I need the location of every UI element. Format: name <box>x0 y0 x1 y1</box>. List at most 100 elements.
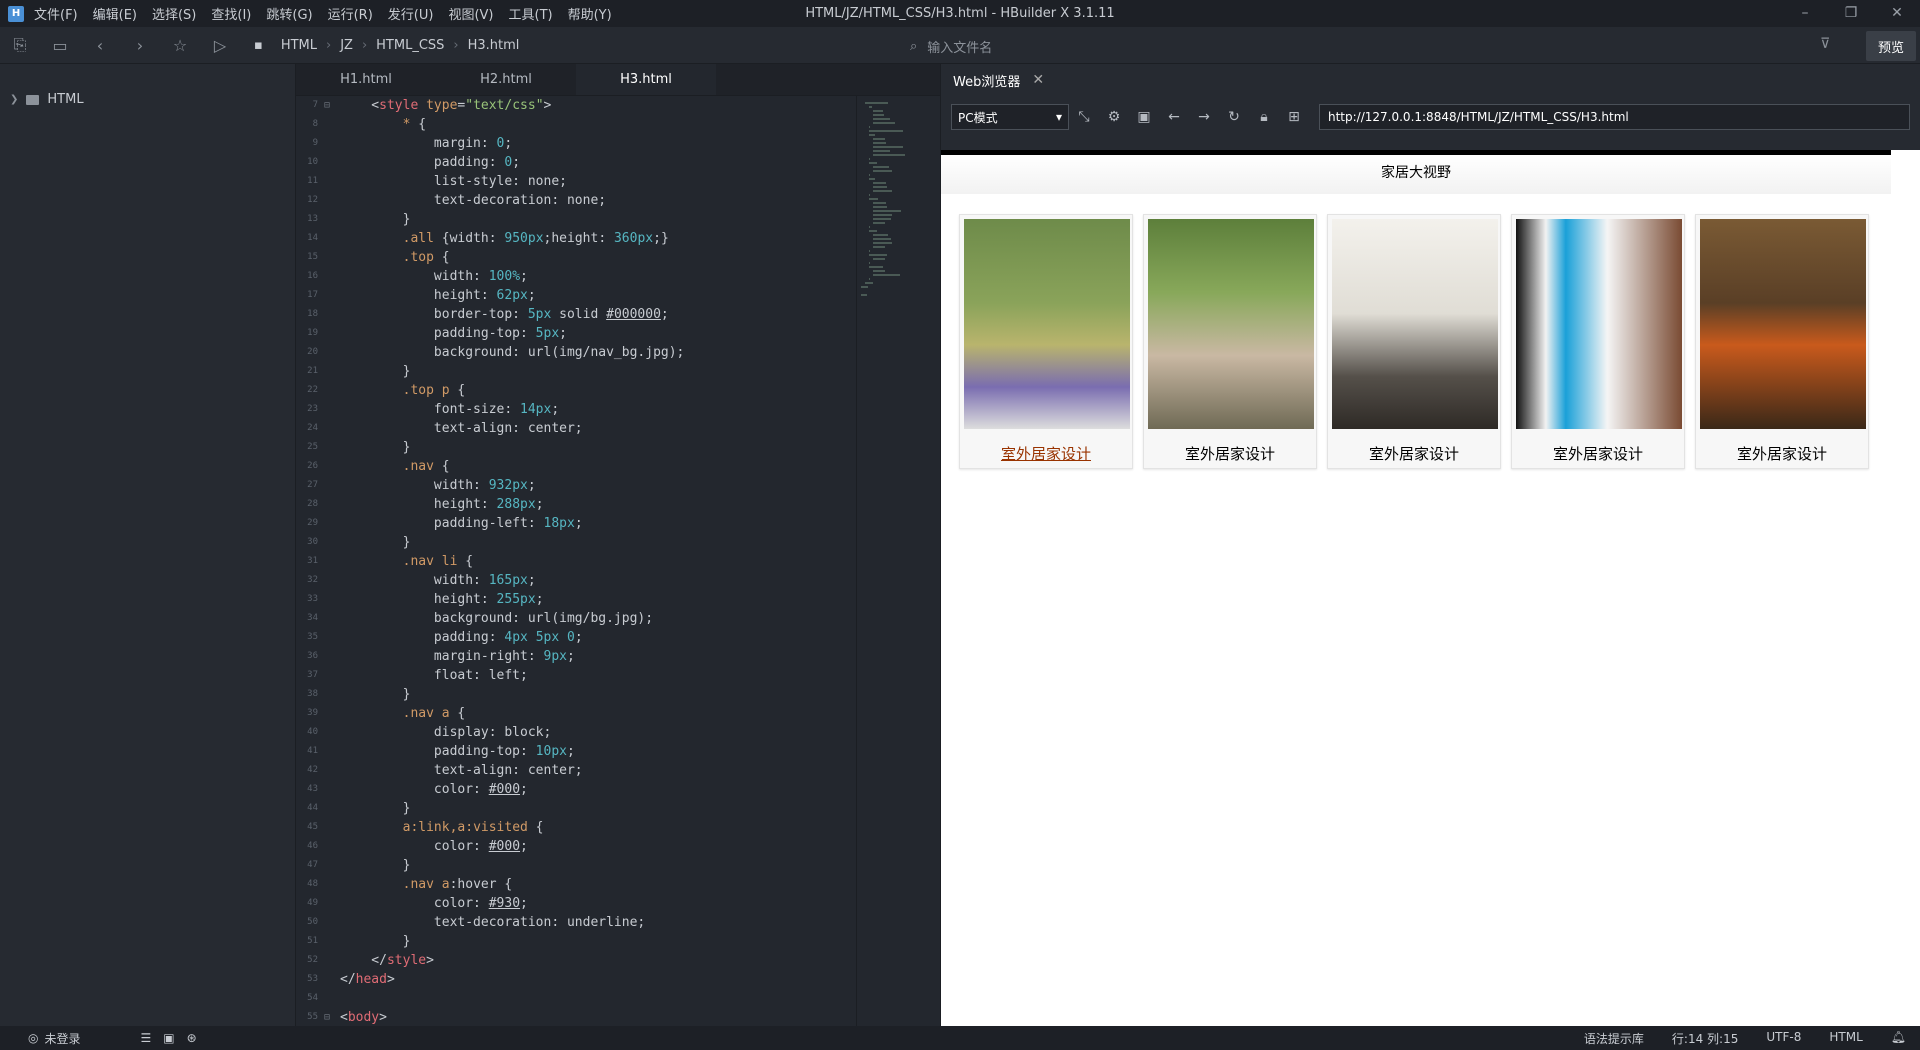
code-line[interactable]: 52 </style> <box>296 951 940 970</box>
code-line[interactable]: 20 background: url(img/nav_bg.jpg); <box>296 343 940 362</box>
save-icon[interactable]: ▭ <box>40 36 80 55</box>
tree-item-html[interactable]: ❯ HTML <box>0 64 295 107</box>
code-line[interactable]: 36 margin-right: 9px; <box>296 647 940 666</box>
breadcrumb-file[interactable]: H3.html <box>468 38 520 53</box>
chevron-right-icon[interactable]: ❯ <box>10 94 18 105</box>
refresh-icon[interactable]: ↻ <box>1219 109 1249 125</box>
code-line[interactable]: 7 ⊟ <style type="text/css"> <box>296 96 940 115</box>
menu-goto[interactable]: 跳转(G) <box>266 8 312 23</box>
outline-icon[interactable]: ☰ <box>141 1031 152 1045</box>
minimize-button[interactable]: – <box>1782 0 1828 27</box>
menu-help[interactable]: 帮助(Y) <box>568 8 612 23</box>
code-line[interactable]: 48 .nav a:hover { <box>296 875 940 894</box>
code-line[interactable]: 27 width: 932px; <box>296 476 940 495</box>
code-line[interactable]: 47 } <box>296 856 940 875</box>
back-arrow-icon[interactable]: ← <box>1159 109 1189 125</box>
bell-icon[interactable]: 🔔︎ <box>1891 1030 1906 1047</box>
mode-select[interactable]: PC模式 ▾ <box>951 104 1069 130</box>
terminal-icon[interactable]: ▣ <box>163 1031 174 1045</box>
code-line[interactable]: 53 </head> <box>296 970 940 989</box>
breadcrumb-jz[interactable]: JZ <box>340 38 353 53</box>
code-line[interactable]: 54 <box>296 989 940 1008</box>
code-line[interactable]: 43 color: #000; <box>296 780 940 799</box>
file-search-input[interactable]: ⌕ 输入文件名 <box>900 35 1520 57</box>
browser-tab[interactable]: Web浏览器 ✕ <box>941 64 1920 96</box>
code-line[interactable]: 32 width: 165px; <box>296 571 940 590</box>
code-line[interactable]: 46 color: #000; <box>296 837 940 856</box>
nav-link[interactable]: 室外居家设计 <box>964 429 1128 464</box>
code-line[interactable]: 28 height: 288px; <box>296 495 940 514</box>
code-line[interactable]: 37 float: left; <box>296 666 940 685</box>
cursor-position[interactable]: 行:14 列:15 <box>1672 1030 1738 1047</box>
code-line[interactable]: 10 padding: 0; <box>296 153 940 172</box>
code-line[interactable]: 15 .top { <box>296 248 940 267</box>
encoding[interactable]: UTF-8 <box>1766 1030 1801 1047</box>
fold-icon[interactable]: ⊟ <box>324 1008 340 1027</box>
fold-icon[interactable]: ⊟ <box>324 96 340 115</box>
filter-icon[interactable]: ⊽ <box>1820 36 1830 52</box>
code-line[interactable]: 17 height: 62px; <box>296 286 940 305</box>
code-line[interactable]: 51 } <box>296 932 940 951</box>
code-line[interactable]: 45 a:link,a:visited { <box>296 818 940 837</box>
code-line[interactable]: 30 } <box>296 533 940 552</box>
language-mode[interactable]: HTML <box>1829 1030 1862 1047</box>
code-line[interactable]: 33 height: 255px; <box>296 590 940 609</box>
url-input[interactable]: http://127.0.0.1:8848/HTML/JZ/HTML_CSS/H… <box>1319 104 1910 130</box>
code-line[interactable]: 40 display: block; <box>296 723 940 742</box>
menu-tools[interactable]: 工具(T) <box>509 8 553 23</box>
star-icon[interactable]: ☆ <box>160 36 200 55</box>
console-icon[interactable]: ▣ <box>1129 109 1159 125</box>
code-line[interactable]: 9 margin: 0; <box>296 134 940 153</box>
code-line[interactable]: 35 padding: 4px 5px 0; <box>296 628 940 647</box>
code-line[interactable]: 18 border-top: 5px solid #000000; <box>296 305 940 324</box>
code-line[interactable]: 44 } <box>296 799 940 818</box>
code-line[interactable]: 49 color: #930; <box>296 894 940 913</box>
forward-arrow-icon[interactable]: → <box>1189 109 1219 125</box>
menu-file[interactable]: 文件(F) <box>34 8 78 23</box>
code-line[interactable]: 34 background: url(img/bg.jpg); <box>296 609 940 628</box>
gear-icon[interactable]: ⚙ <box>1099 109 1129 125</box>
menu-view[interactable]: 视图(V) <box>448 8 493 23</box>
code-line[interactable]: 29 padding-left: 18px; <box>296 514 940 533</box>
code-area[interactable]: 7 ⊟ <style type="text/css"> 8 * {9 margin:… <box>296 96 940 1027</box>
back-icon[interactable]: ‹ <box>80 36 120 55</box>
tab-h1[interactable]: H1.html <box>296 64 436 95</box>
code-line[interactable]: 38 } <box>296 685 940 704</box>
menu-find[interactable]: 查找(I) <box>211 8 251 23</box>
code-line[interactable]: 16 width: 100%; <box>296 267 940 286</box>
code-line[interactable]: 22 .top p { <box>296 381 940 400</box>
code-line[interactable]: 12 text-decoration: none; <box>296 191 940 210</box>
code-line[interactable]: 21 } <box>296 362 940 381</box>
new-file-icon[interactable]: ⎘ <box>0 35 40 55</box>
code-line[interactable]: 41 padding-top: 10px; <box>296 742 940 761</box>
forward-icon[interactable]: › <box>120 36 160 55</box>
code-line[interactable]: 23 font-size: 14px; <box>296 400 940 419</box>
restore-button[interactable]: ❐ <box>1828 0 1874 27</box>
nav-link[interactable]: 室外居家设计 <box>1332 429 1496 464</box>
close-button[interactable]: ✕ <box>1874 0 1920 27</box>
lock-icon[interactable]: 🔒︎ <box>1249 109 1279 125</box>
code-line[interactable]: 19 padding-top: 5px; <box>296 324 940 343</box>
minimap[interactable] <box>856 96 940 1026</box>
code-line[interactable]: 42 text-align: center; <box>296 761 940 780</box>
menu-publish[interactable]: 发行(U) <box>388 8 434 23</box>
code-line[interactable]: 8 * { <box>296 115 940 134</box>
code-line[interactable]: 25 } <box>296 438 940 457</box>
tab-h3[interactable]: H3.html <box>576 64 716 95</box>
menu-select[interactable]: 选择(S) <box>152 8 196 23</box>
qr-icon[interactable]: ⊞ <box>1279 109 1309 125</box>
nav-link[interactable]: 室外居家设计 <box>1148 429 1312 464</box>
menu-edit[interactable]: 编辑(E) <box>93 8 137 23</box>
code-line[interactable]: 11 list-style: none; <box>296 172 940 191</box>
tab-h2[interactable]: H2.html <box>436 64 576 95</box>
code-line[interactable]: 14 .all {width: 950px;height: 360px;} <box>296 229 940 248</box>
nav-link[interactable]: 室外居家设计 <box>1700 429 1864 464</box>
run-icon[interactable]: ▷ <box>200 36 240 55</box>
code-line[interactable]: 24 text-align: center; <box>296 419 940 438</box>
breadcrumb-html-css[interactable]: HTML_CSS <box>376 38 444 53</box>
code-line[interactable]: 31 .nav li { <box>296 552 940 571</box>
plugin-icon[interactable]: ⊛ <box>187 1031 197 1045</box>
code-line[interactable]: 50 text-decoration: underline; <box>296 913 940 932</box>
code-line[interactable]: 13 } <box>296 210 940 229</box>
close-icon[interactable]: ✕ <box>1032 72 1044 88</box>
